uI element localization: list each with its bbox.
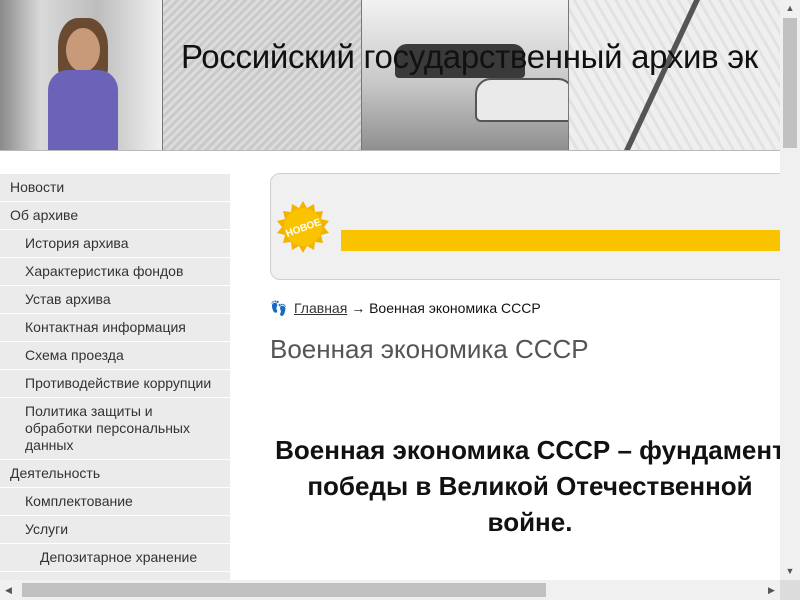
- menu-item-news[interactable]: Новости: [0, 174, 230, 202]
- news-box: [270, 173, 780, 280]
- article-heading: Военная экономика СССР – фундамент побед…: [0, 432, 780, 540]
- menu-item-contacts[interactable]: Контактная информация: [0, 314, 230, 342]
- page-title: Военная экономика СССР: [270, 334, 589, 364]
- scroll-up-icon[interactable]: ▲: [780, 0, 800, 17]
- news-ticker-bar: [341, 230, 780, 251]
- breadcrumb-current: Военная экономика СССР: [369, 300, 541, 316]
- menu-item-about[interactable]: Об архиве: [0, 202, 230, 230]
- menu-item-directions[interactable]: Схема проезда: [0, 342, 230, 370]
- scroll-left-icon[interactable]: ◀: [0, 580, 17, 600]
- new-badge-icon: НОВОЕ: [277, 201, 329, 253]
- menu-item-reading-rooms[interactable]: Читальные залы: [0, 572, 230, 580]
- menu-item-funds[interactable]: Характеристика фондов: [0, 258, 230, 286]
- menu-item-history[interactable]: История архива: [0, 230, 230, 258]
- menu-item-anticorruption[interactable]: Противодействие коррупции: [0, 370, 230, 398]
- header-banner: Российский государственный архив эк: [0, 0, 780, 151]
- viewport: Российский государственный архив эк Ново…: [0, 0, 780, 580]
- article-line-1: Военная экономика СССР – фундамент: [275, 435, 780, 465]
- scroll-down-icon[interactable]: ▼: [780, 563, 800, 580]
- horizontal-scrollbar[interactable]: ◀ ▶: [0, 580, 780, 600]
- vertical-scroll-thumb[interactable]: [783, 18, 797, 148]
- article-line-3: войне.: [487, 507, 573, 537]
- vertical-scrollbar[interactable]: ▲ ▼: [780, 0, 800, 580]
- footprints-icon: 👣: [270, 300, 288, 316]
- breadcrumb-home-link[interactable]: Главная: [294, 300, 347, 316]
- scrollbar-corner: [780, 580, 800, 600]
- menu-item-charter[interactable]: Устав архива: [0, 286, 230, 314]
- horizontal-scroll-thumb[interactable]: [22, 583, 546, 597]
- scroll-right-icon[interactable]: ▶: [763, 580, 780, 600]
- article-line-2: победы в Великой Отечественной: [307, 471, 753, 501]
- menu-item-depository[interactable]: Депозитарное хранение: [0, 544, 230, 572]
- breadcrumb-separator: →: [351, 300, 366, 316]
- banner-photo-reader: [0, 0, 162, 150]
- breadcrumb: 👣 Главная → Военная экономика СССР: [270, 300, 541, 317]
- site-title: Российский государственный архив эк: [181, 38, 758, 75]
